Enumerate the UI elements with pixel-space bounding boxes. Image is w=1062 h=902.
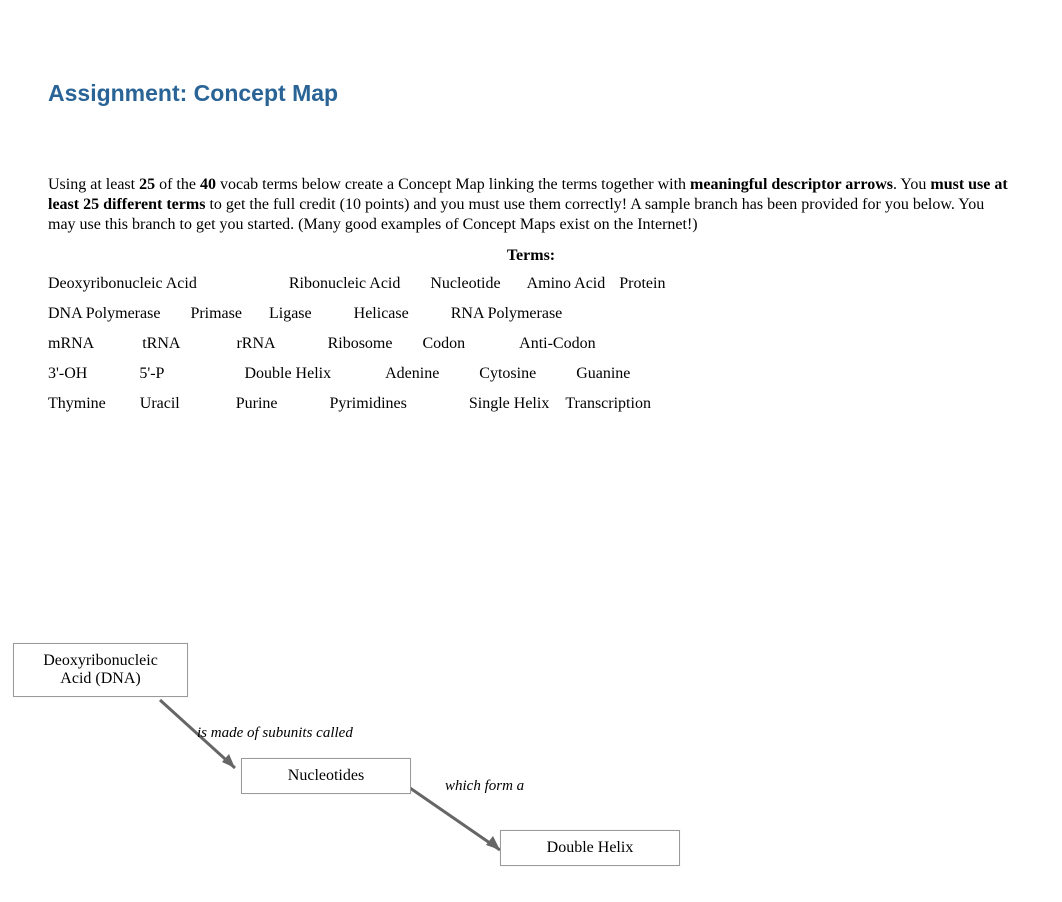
vocab-term: Nucleotide <box>430 275 500 293</box>
vocab-term: Double Helix <box>244 365 331 383</box>
vocab-term: DNA Polymerase <box>48 305 160 323</box>
vocab-term: tRNA <box>142 335 180 353</box>
concept-map-sample: Deoxyribonucleic Acid (DNA) is made of s… <box>10 640 710 900</box>
vocab-term: Uracil <box>140 395 180 413</box>
vocab-term: Helicase <box>354 305 409 323</box>
page-title: Assignment: Concept Map <box>48 80 1062 107</box>
instr-text: . You <box>893 176 930 193</box>
arrow-label-subunits: is made of subunits called <box>197 725 353 742</box>
vocab-term: Ribosome <box>328 335 393 353</box>
term-row: mRNA tRNA rRNA Ribosome Codon Anti-Codon <box>48 335 1014 353</box>
instr-text: Using at least <box>48 176 139 193</box>
instr-count-25: 25 <box>139 176 155 193</box>
arrow-line <box>410 788 500 850</box>
terms-list: Deoxyribonucleic Acid Ribonucleic Acid Nuc… <box>48 275 1014 413</box>
vocab-term: Ligase <box>269 305 312 323</box>
vocab-term: Adenine <box>385 365 439 383</box>
arrow-label-form: which form a <box>445 778 524 795</box>
instr-bold-arrows: meaningful descriptor arrows <box>690 176 893 193</box>
vocab-term: Single Helix <box>469 395 549 413</box>
vocab-term: Purine <box>236 395 278 413</box>
vocab-term: RNA Polymerase <box>451 305 563 323</box>
instr-count-40: 40 <box>200 176 216 193</box>
arrow-head-icon <box>486 836 500 850</box>
instr-text: vocab terms below create a Concept Map l… <box>216 176 690 193</box>
term-row: 3'-OH 5'-P Double Helix Adenine Cytosine Guan… <box>48 365 1014 383</box>
vocab-term: Protein <box>619 275 665 293</box>
terms-heading: Terms: <box>0 247 1062 265</box>
vocab-term: Ribonucleic Acid <box>289 275 401 293</box>
term-row: Thymine Uracil Purine Pyrimidines Single Hel… <box>48 395 1014 413</box>
vocab-term: Primase <box>190 305 242 323</box>
node-nucleotides: Nucleotides <box>241 758 411 794</box>
vocab-term: Codon <box>422 335 465 353</box>
vocab-term: Amino Acid <box>527 275 606 293</box>
vocab-term: 5'-P <box>139 365 164 383</box>
term-row: Deoxyribonucleic Acid Ribonucleic Acid Nuc… <box>48 275 1014 293</box>
instructions-paragraph: Using at least 25 of the 40 vocab terms … <box>48 175 1014 235</box>
node-dna: Deoxyribonucleic Acid (DNA) <box>13 643 188 697</box>
node-dna-line2: Acid (DNA) <box>32 670 169 688</box>
vocab-term: Anti-Codon <box>519 335 595 353</box>
vocab-term: rRNA <box>236 335 275 353</box>
vocab-term: Transcription <box>565 395 651 413</box>
vocab-term: Deoxyribonucleic Acid <box>48 275 197 293</box>
vocab-term: 3'-OH <box>48 365 87 383</box>
vocab-term: Cytosine <box>479 365 536 383</box>
vocab-term: Thymine <box>48 395 106 413</box>
vocab-term: Guanine <box>576 365 630 383</box>
vocab-term: Pyrimidines <box>330 395 407 413</box>
node-double-helix: Double Helix <box>500 830 680 866</box>
instr-text: of the <box>155 176 200 193</box>
node-dna-line1: Deoxyribonucleic <box>32 652 169 670</box>
vocab-term: mRNA <box>48 335 94 353</box>
term-row: DNA Polymerase Primase Ligase Helicase RNA P… <box>48 305 1014 323</box>
arrow-head-icon <box>222 754 235 768</box>
